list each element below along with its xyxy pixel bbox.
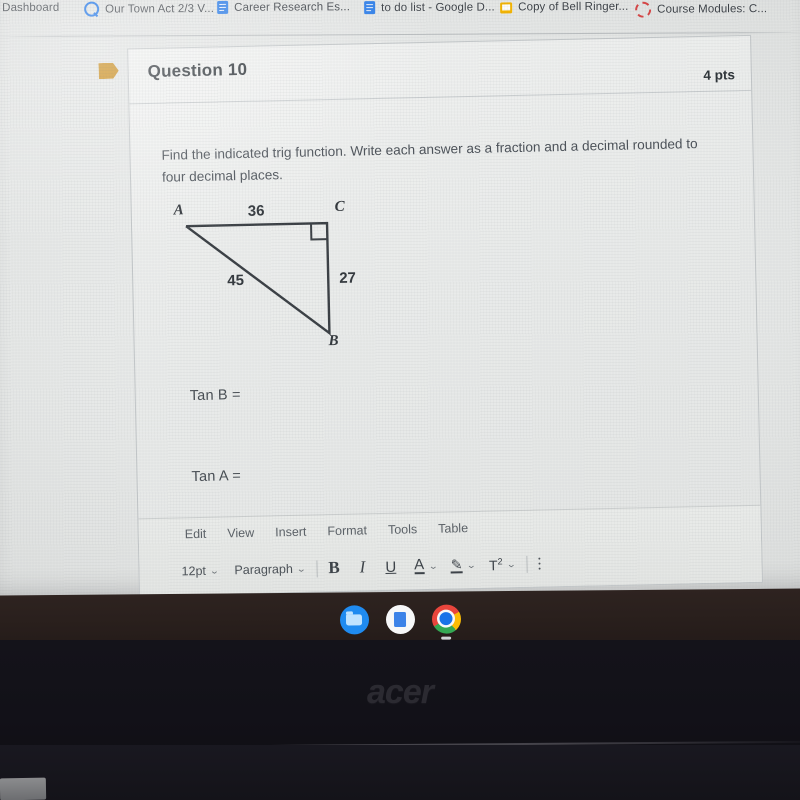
superscript-menu[interactable]: T2 ⌄	[488, 556, 517, 574]
menu-item-edit[interactable]: Edit	[185, 527, 207, 541]
chevron-down-icon: ⌄	[466, 559, 477, 570]
chevron-down-icon: ⌄	[209, 565, 220, 576]
text-color-picker[interactable]: A ⌄	[413, 556, 439, 575]
menu-item-insert[interactable]: Insert	[275, 525, 307, 540]
toolbar-divider	[525, 555, 528, 573]
underline-button[interactable]: U	[385, 558, 396, 575]
side-length-cb: 27	[339, 269, 357, 287]
tab-label: Our Town Act 2/3 V...	[105, 2, 215, 16]
editor-format-bar: 12pt ⌄ Paragraph ⌄ B I U A ⌄ ✎ ⌄ T2 ⌄	[181, 544, 752, 586]
right-angle-marker	[310, 223, 328, 241]
browser-tab-bell-ringer[interactable]: Copy of Bell Ringer...	[500, 1, 628, 14]
highlight-color-picker[interactable]: ✎ ⌄	[450, 555, 477, 574]
laptop-deck	[0, 745, 800, 800]
answer-prompt-tan-a: Tan A =	[191, 468, 242, 486]
brand-logo: acer	[367, 673, 434, 711]
question-card-header: Question 10 4 pts	[128, 35, 752, 105]
chevron-down-icon: ⌄	[506, 558, 517, 569]
superscript-icon: T2	[488, 556, 503, 574]
side-length-ab: 45	[227, 271, 245, 290]
vertex-label-c: C	[334, 198, 345, 215]
font-size-select[interactable]: 12pt ⌄	[181, 563, 220, 579]
editor-menu-bar: Edit View Insert Format Tools Table	[185, 521, 469, 541]
browser-tab-dashboard[interactable]: Dashboard	[2, 2, 59, 14]
files-app-icon[interactable]	[339, 604, 369, 635]
google-slides-icon	[500, 1, 513, 13]
rich-content-editor-toolbar: Edit View Insert Format Tools Table 12pt…	[138, 504, 762, 596]
italic-button[interactable]: I	[359, 557, 365, 577]
question-points: 4 pts	[703, 67, 736, 83]
menu-item-view[interactable]: View	[227, 526, 254, 541]
tab-label: Course Modules: C...	[657, 3, 768, 16]
browser-tab-career-research[interactable]: Career Research Es...	[217, 0, 350, 14]
keyboard-key	[0, 777, 47, 800]
browser-tab-our-town[interactable]: Our Town Act 2/3 V...	[84, 1, 214, 17]
triangle-outline	[185, 221, 331, 336]
bold-button[interactable]: B	[328, 558, 340, 578]
menu-item-tools[interactable]: Tools	[388, 522, 417, 537]
menu-item-format[interactable]: Format	[327, 523, 367, 538]
menu-item-table[interactable]: Table	[438, 521, 468, 536]
question-text: Find the indicated trig function. Write …	[161, 136, 698, 185]
font-size-value: 12pt	[181, 563, 207, 579]
flag-icon[interactable]	[98, 63, 118, 79]
google-docs-icon	[364, 1, 376, 15]
tab-label: Career Research Es...	[234, 0, 351, 14]
photo-of-laptop-screen: Dashboard Our Town Act 2/3 V... Career R…	[0, 0, 800, 800]
browser-tab-to-do-list[interactable]: to do list - Google D...	[364, 1, 495, 15]
vertex-label-b: B	[328, 332, 339, 350]
text-color-icon: A	[413, 556, 425, 575]
page-title: Question 10	[147, 59, 248, 82]
chrome-app-icon[interactable]	[431, 603, 461, 640]
tab-label: Dashboard	[2, 1, 60, 15]
google-docs-app-icon[interactable]	[385, 604, 415, 634]
answer-prompt-tan-b: Tan B =	[189, 387, 241, 405]
question-card: Question 10 4 pts Find the indicated tri…	[127, 34, 763, 597]
vertex-label-a: A	[173, 202, 184, 219]
canvas-icon	[635, 1, 652, 18]
chevron-down-icon: ⌄	[427, 560, 439, 571]
browser-tab-strip: Dashboard Our Town Act 2/3 V... Career R…	[0, 0, 800, 38]
chevron-down-icon: ⌄	[296, 563, 307, 574]
more-options-icon[interactable]	[538, 557, 541, 570]
block-format-select[interactable]: Paragraph ⌄	[234, 561, 307, 578]
google-docs-icon	[217, 0, 229, 14]
tab-label: to do list - Google D...	[381, 1, 495, 14]
tab-label: Copy of Bell Ringer...	[518, 0, 629, 14]
browser-tab-course-modules[interactable]: Course Modules: C...	[635, 1, 767, 18]
quizlet-icon	[84, 1, 100, 17]
triangle-svg	[185, 221, 331, 336]
active-app-indicator	[441, 636, 452, 640]
laptop-screen: Dashboard Our Town Act 2/3 V... Career R…	[0, 0, 800, 600]
block-format-value: Paragraph	[234, 561, 293, 578]
highlighter-pen-icon: ✎	[450, 555, 463, 574]
right-triangle-figure: A C B 36 45 27	[152, 199, 415, 369]
side-length-ac: 36	[247, 202, 265, 220]
toolbar-divider	[316, 559, 318, 577]
